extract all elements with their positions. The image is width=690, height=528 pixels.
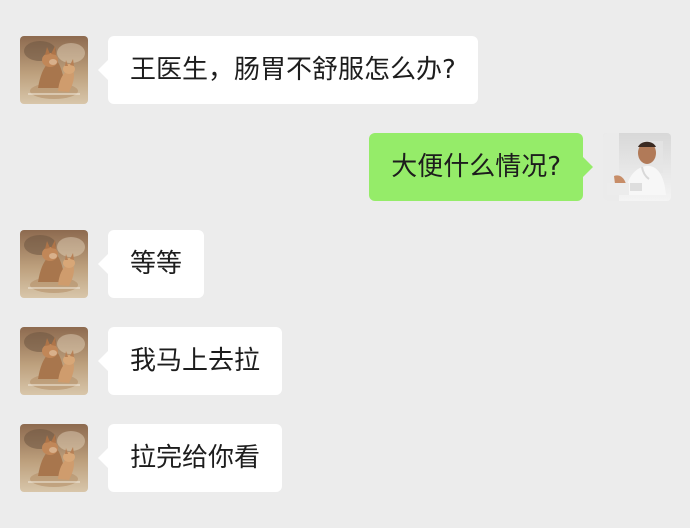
sent-message-bubble[interactable]: 大便什么情况? [369,133,593,201]
received-message-bubble[interactable]: 拉完给你看 [97,424,283,492]
message-text: 大便什么情况? [391,152,561,182]
received-message-bubble[interactable]: 王医生，肠胃不舒服怎么办? [98,36,478,104]
chat-window: 王医生，肠胃不舒服怎么办? 大便什么情况? 等等 我马上去拉 拉完给你看 [0,0,690,528]
kangaroo-avatar-icon[interactable] [20,230,88,298]
message-text: 等等 [130,249,183,279]
message-text: 我马上去拉 [130,346,261,376]
message-text: 拉完给你看 [130,443,261,473]
received-message-bubble[interactable]: 等等 [97,230,205,298]
kangaroo-avatar-icon[interactable] [20,327,88,395]
kangaroo-avatar-icon[interactable] [20,36,88,104]
kangaroo-avatar-icon[interactable] [20,424,88,492]
message-text: 王医生，肠胃不舒服怎么办? [130,55,456,85]
received-message-bubble[interactable]: 我马上去拉 [97,327,283,395]
doctor-avatar-icon[interactable] [603,133,671,201]
